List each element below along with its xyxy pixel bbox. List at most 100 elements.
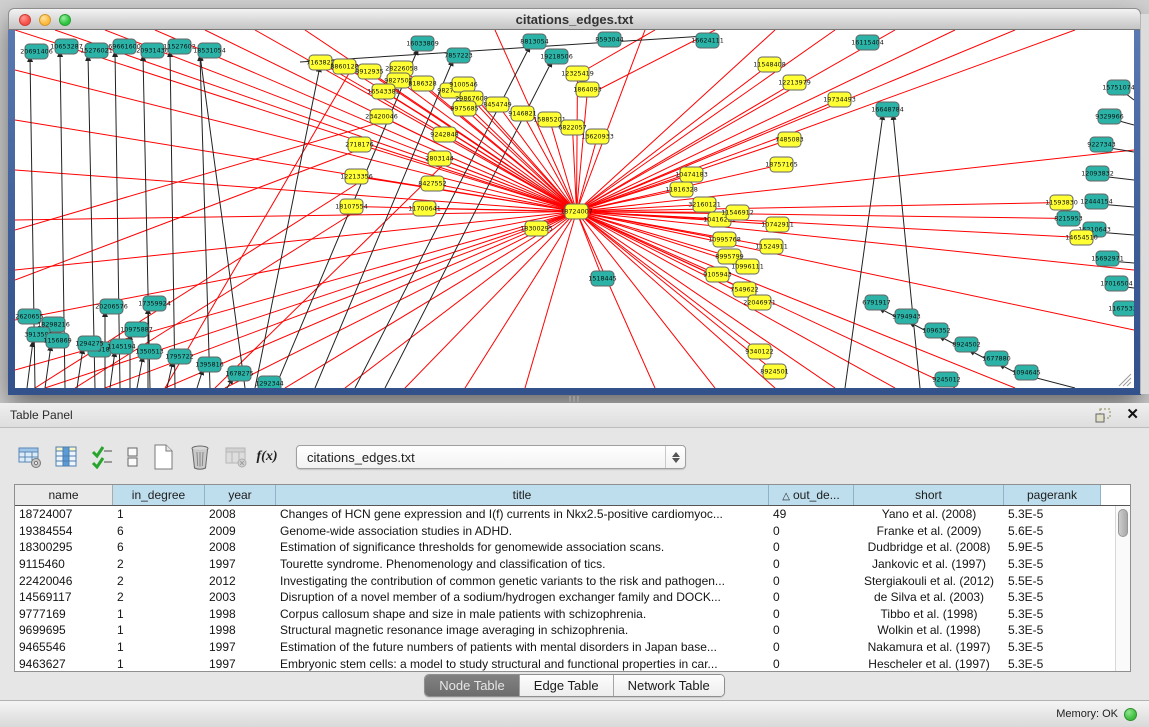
graph-node[interactable]: 17359924 xyxy=(138,296,171,311)
graph-node[interactable]: 18107554 xyxy=(335,199,368,214)
column-header-out_de[interactable]: △out_de... xyxy=(769,485,854,505)
table-cell[interactable]: 1997 xyxy=(205,657,276,671)
table-cell[interactable]: Estimation of the future numbers of pati… xyxy=(276,640,769,654)
graph-node[interactable]: 10474183 xyxy=(675,167,708,182)
float-panel-icon[interactable] xyxy=(1095,408,1112,423)
canvas-resize-grip-icon[interactable] xyxy=(1123,378,1131,386)
graph-node[interactable]: 11548408 xyxy=(753,57,786,72)
table-row[interactable]: 977716911998Corpus callosum shape and si… xyxy=(15,606,1130,623)
graph-node[interactable]: 2718176 xyxy=(345,137,373,152)
graph-node[interactable]: 12213356 xyxy=(340,169,373,184)
table-cell[interactable]: 9115460 xyxy=(15,557,113,571)
minimize-window-button[interactable] xyxy=(39,14,51,26)
graph-node[interactable]: 12325419 xyxy=(561,66,594,81)
graph-node[interactable]: 9329966 xyxy=(1095,109,1123,124)
table-selector-dropdown[interactable]: citations_edges.txt xyxy=(296,445,686,469)
table-cell[interactable]: 5.3E-5 xyxy=(1004,657,1101,671)
window-titlebar[interactable]: citations_edges.txt xyxy=(8,8,1141,30)
graph-node[interactable]: 11546912 xyxy=(721,205,754,220)
table-row[interactable]: 1872400712008Changes of HCN gene express… xyxy=(15,506,1130,523)
table-cell[interactable]: 6 xyxy=(113,524,205,538)
table-cell[interactable]: 49 xyxy=(769,507,854,521)
graph-node[interactable]: 10975887 xyxy=(120,322,153,337)
table-row[interactable]: 2242004622012Investigating the contribut… xyxy=(15,572,1130,589)
close-window-button[interactable] xyxy=(19,14,31,26)
select-columns-button[interactable] xyxy=(88,443,116,471)
table-cell[interactable]: Tourette syndrome. Phenomenology and cla… xyxy=(276,557,769,571)
table-cell[interactable]: 9777169 xyxy=(15,607,113,621)
table-cell[interactable]: Investigating the contribution of common… xyxy=(276,574,769,588)
table-cell[interactable]: 5.3E-5 xyxy=(1004,607,1101,621)
table-cell[interactable]: 14569117 xyxy=(15,590,113,604)
table-cell[interactable]: 1998 xyxy=(205,607,276,621)
graph-node[interactable]: 17016504 xyxy=(1100,276,1133,291)
graph-node[interactable]: 12093832 xyxy=(1081,166,1114,181)
graph-node[interactable]: 11700641 xyxy=(408,201,441,216)
table-row[interactable]: 911546021997Tourette syndrome. Phenomeno… xyxy=(15,556,1130,573)
table-cell[interactable]: 1 xyxy=(113,607,205,621)
graph-node[interactable]: 1518445 xyxy=(588,271,616,286)
table-cell[interactable]: 2012 xyxy=(205,574,276,588)
graph-node[interactable]: 20691406 xyxy=(20,44,53,59)
table-cell[interactable]: 0 xyxy=(769,657,854,671)
graph-node[interactable]: 8924501 xyxy=(760,364,788,379)
function-builder-button[interactable]: f(x) xyxy=(258,443,276,471)
table-cell[interactable]: 9465546 xyxy=(15,640,113,654)
table-cell[interactable]: 0 xyxy=(769,557,854,571)
graph-node[interactable]: 1145194 xyxy=(107,339,135,354)
graph-node[interactable]: 1864093 xyxy=(573,82,601,97)
graph-node[interactable]: 10996111 xyxy=(731,259,764,274)
table-cell[interactable]: 2 xyxy=(113,574,205,588)
graph-node[interactable]: 16033809 xyxy=(406,36,439,51)
graph-node[interactable]: 18757165 xyxy=(765,157,798,172)
table-cell[interactable]: 18300295 xyxy=(15,540,113,554)
column-header-in_degree[interactable]: in_degree xyxy=(113,485,205,505)
graph-node[interactable]: 10653287 xyxy=(50,39,83,54)
graph-node[interactable]: 18724007 xyxy=(560,204,593,219)
graph-node[interactable]: 23420046 xyxy=(365,109,398,124)
column-header-name[interactable]: name xyxy=(15,485,113,505)
column-header-year[interactable]: year xyxy=(205,485,276,505)
tab-node-table[interactable]: Node Table xyxy=(425,675,520,696)
table-cell[interactable]: Yano et al. (2008) xyxy=(854,507,1004,521)
network-graph[interactable]: 2069140610653287152760216966160020931436… xyxy=(15,30,1134,388)
graph-node[interactable]: 9100546 xyxy=(449,77,477,92)
table-cell[interactable]: 0 xyxy=(769,524,854,538)
table-cell[interactable]: Estimation of significance thresholds fo… xyxy=(276,540,769,554)
table-cell[interactable]: Structural magnetic resonance image aver… xyxy=(276,623,769,637)
table-cell[interactable]: 5.3E-5 xyxy=(1004,557,1101,571)
show-columns-button[interactable] xyxy=(52,443,80,471)
graph-node[interactable]: 1094645 xyxy=(1012,365,1040,380)
graph-node[interactable]: 18531054 xyxy=(193,43,226,58)
table-cell[interactable]: Corpus callosum shape and size in male p… xyxy=(276,607,769,621)
table-cell[interactable]: 1 xyxy=(113,623,205,637)
graph-node[interactable]: 11593830 xyxy=(1045,195,1078,210)
graph-node[interactable]: 2803144 xyxy=(425,151,453,166)
column-header-title[interactable]: title xyxy=(276,485,769,505)
graph-node[interactable]: 8186328 xyxy=(408,76,436,91)
graph-node[interactable]: 8813054 xyxy=(520,34,548,49)
table-cell[interactable]: 22420046 xyxy=(15,574,113,588)
table-cell[interactable]: Hescheler et al. (1997) xyxy=(854,657,1004,671)
close-panel-icon[interactable]: ✕ xyxy=(1126,408,1139,422)
graph-node[interactable]: 1678275 xyxy=(225,366,253,381)
graph-node[interactable]: 11527602 xyxy=(163,39,196,54)
create-column-button[interactable] xyxy=(150,443,178,471)
tab-network-table[interactable]: Network Table xyxy=(614,675,724,696)
tab-edge-table[interactable]: Edge Table xyxy=(520,675,614,696)
table-cell[interactable]: 2003 xyxy=(205,590,276,604)
table-cell[interactable]: 1 xyxy=(113,507,205,521)
table-row[interactable]: 946362711997Embryonic stem cells: a mode… xyxy=(15,655,1130,672)
graph-node[interactable]: 16624111 xyxy=(691,33,724,48)
table-cell[interactable]: 1 xyxy=(113,657,205,671)
table-cell[interactable]: 2 xyxy=(113,590,205,604)
table-cell[interactable]: Disruption of a novel member of a sodium… xyxy=(276,590,769,604)
table-row[interactable]: 946554611997Estimation of the future num… xyxy=(15,639,1130,656)
table-row[interactable]: 969969511998Structural magnetic resonanc… xyxy=(15,622,1130,639)
table-cell[interactable]: 0 xyxy=(769,574,854,588)
canvas-resize-grip-icon[interactable] xyxy=(1127,382,1131,386)
table-cell[interactable]: 6 xyxy=(113,540,205,554)
table-cell[interactable]: 0 xyxy=(769,590,854,604)
graph-node[interactable]: 16115404 xyxy=(851,35,884,50)
table-cell[interactable]: 2 xyxy=(113,557,205,571)
